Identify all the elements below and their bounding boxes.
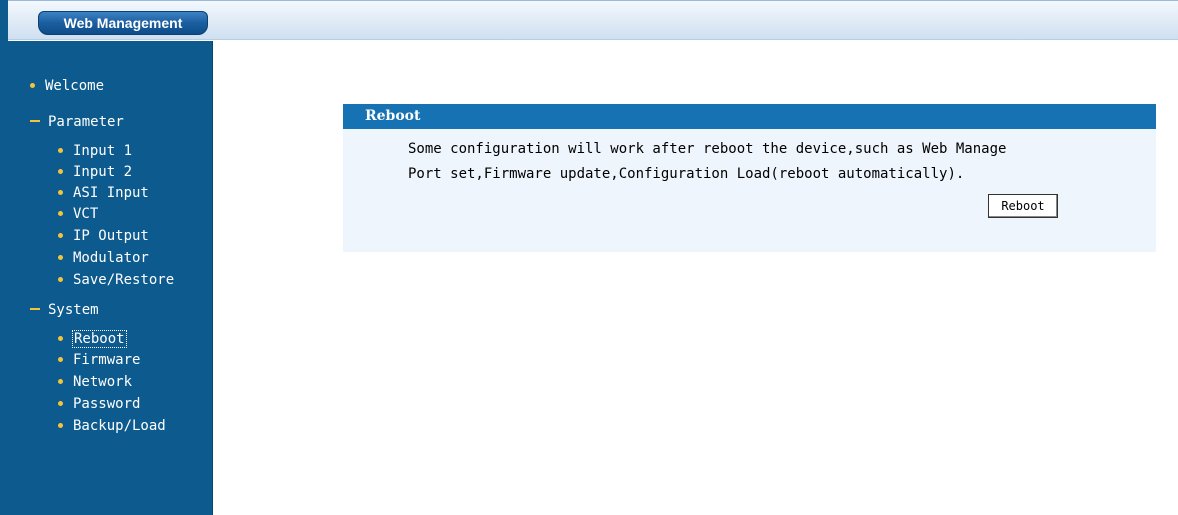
sidebar-group-label: System [48,302,99,318]
left-edge-strip [0,0,8,515]
sidebar-item-label: Network [73,374,133,390]
sidebar-group-parameter[interactable]: Parameter [30,112,124,132]
sidebar-item-label: Input 2 [73,164,133,180]
sidebar-nav: Welcome Parameter Input 1 Input 2 ASI In… [8,41,213,515]
sidebar-item-reboot[interactable]: Reboot [58,329,127,349]
sidebar-item-input-1[interactable]: Input 1 [58,141,132,161]
bullet-icon [58,378,63,384]
brand-tab: Web Management [38,11,208,35]
sidebar-item-label: Backup/Load [73,418,166,434]
sidebar-item-network[interactable]: Network [58,372,132,392]
reboot-button[interactable]: Reboot [988,194,1058,218]
bullet-icon [58,210,63,216]
description-line-1: Some configuration will work after reboo… [408,141,1007,157]
bullet-icon [58,232,63,238]
sidebar-item-label: VCT [73,206,99,222]
bullet-icon [58,422,63,428]
sidebar-item-password[interactable]: Password [58,394,140,414]
reboot-panel: Reboot Some configuration will work afte… [343,104,1156,252]
reboot-description: Some configuration will work after reboo… [408,137,1128,187]
sidebar-group-system[interactable]: System [30,300,99,320]
bullet-icon [58,254,63,260]
sidebar-item-label: Input 1 [73,143,133,159]
bullet-icon [58,189,63,195]
sidebar-item-input-2[interactable]: Input 2 [58,162,132,182]
sidebar-item-asi-input[interactable]: ASI Input [58,183,149,203]
bullet-icon [58,356,63,362]
sidebar-item-modulator[interactable]: Modulator [58,248,149,268]
sidebar-item-label: Reboot [72,330,127,348]
sidebar-item-label: IP Output [73,228,149,244]
bullet-icon [58,147,63,153]
sidebar-item-ip-output[interactable]: IP Output [58,226,149,246]
bullet-icon [30,82,35,88]
description-line-2: Port set,Firmware update,Configuration L… [408,166,965,182]
sidebar-item-label: Save/Restore [73,272,175,288]
sidebar-item-label: ASI Input [73,185,149,201]
bullet-icon [58,168,63,174]
sidebar-item-label: Modulator [73,250,149,266]
page-frame: Web Management Welcome Parameter Input 1… [0,0,1178,515]
bullet-icon [58,276,63,282]
sidebar-item-backup-load[interactable]: Backup/Load [58,416,166,436]
sidebar-item-vct[interactable]: VCT [58,204,98,224]
panel-title: Reboot [343,104,1156,129]
collapse-icon [30,308,40,310]
collapse-icon [30,120,40,122]
sidebar-item-firmware[interactable]: Firmware [58,350,140,370]
sidebar-item-welcome[interactable]: Welcome [30,76,104,96]
bullet-icon [58,335,63,341]
sidebar-group-label: Parameter [48,114,124,130]
sidebar-item-label: Welcome [45,78,105,94]
sidebar-item-label: Password [73,396,141,412]
sidebar-item-save-restore[interactable]: Save/Restore [58,270,174,290]
sidebar-item-label: Firmware [73,352,141,368]
bullet-icon [58,400,63,406]
